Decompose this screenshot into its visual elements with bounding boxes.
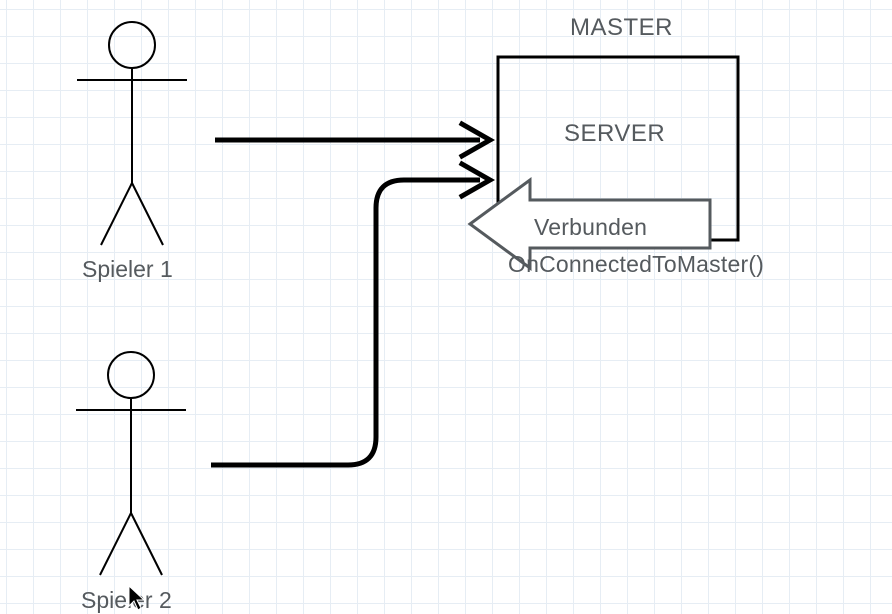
player-1-label: Spieler 1: [82, 256, 173, 283]
onconnected-label: OnConnectedToMaster(): [508, 251, 764, 278]
player-2-figure: [76, 352, 186, 575]
master-label: MASTER: [570, 14, 673, 42]
verbunden-label: Verbunden: [534, 214, 647, 241]
player-1-figure: [77, 22, 187, 245]
mouse-cursor-icon: [127, 584, 147, 612]
server-label: SERVER: [564, 120, 665, 148]
diagram-svg: [0, 0, 892, 614]
arrow-player2-to-server: [211, 164, 490, 465]
arrow-player1-to-server: [215, 124, 490, 156]
diagram-stage: MASTER SERVER Verbunden OnConnectedToMas…: [0, 0, 892, 614]
